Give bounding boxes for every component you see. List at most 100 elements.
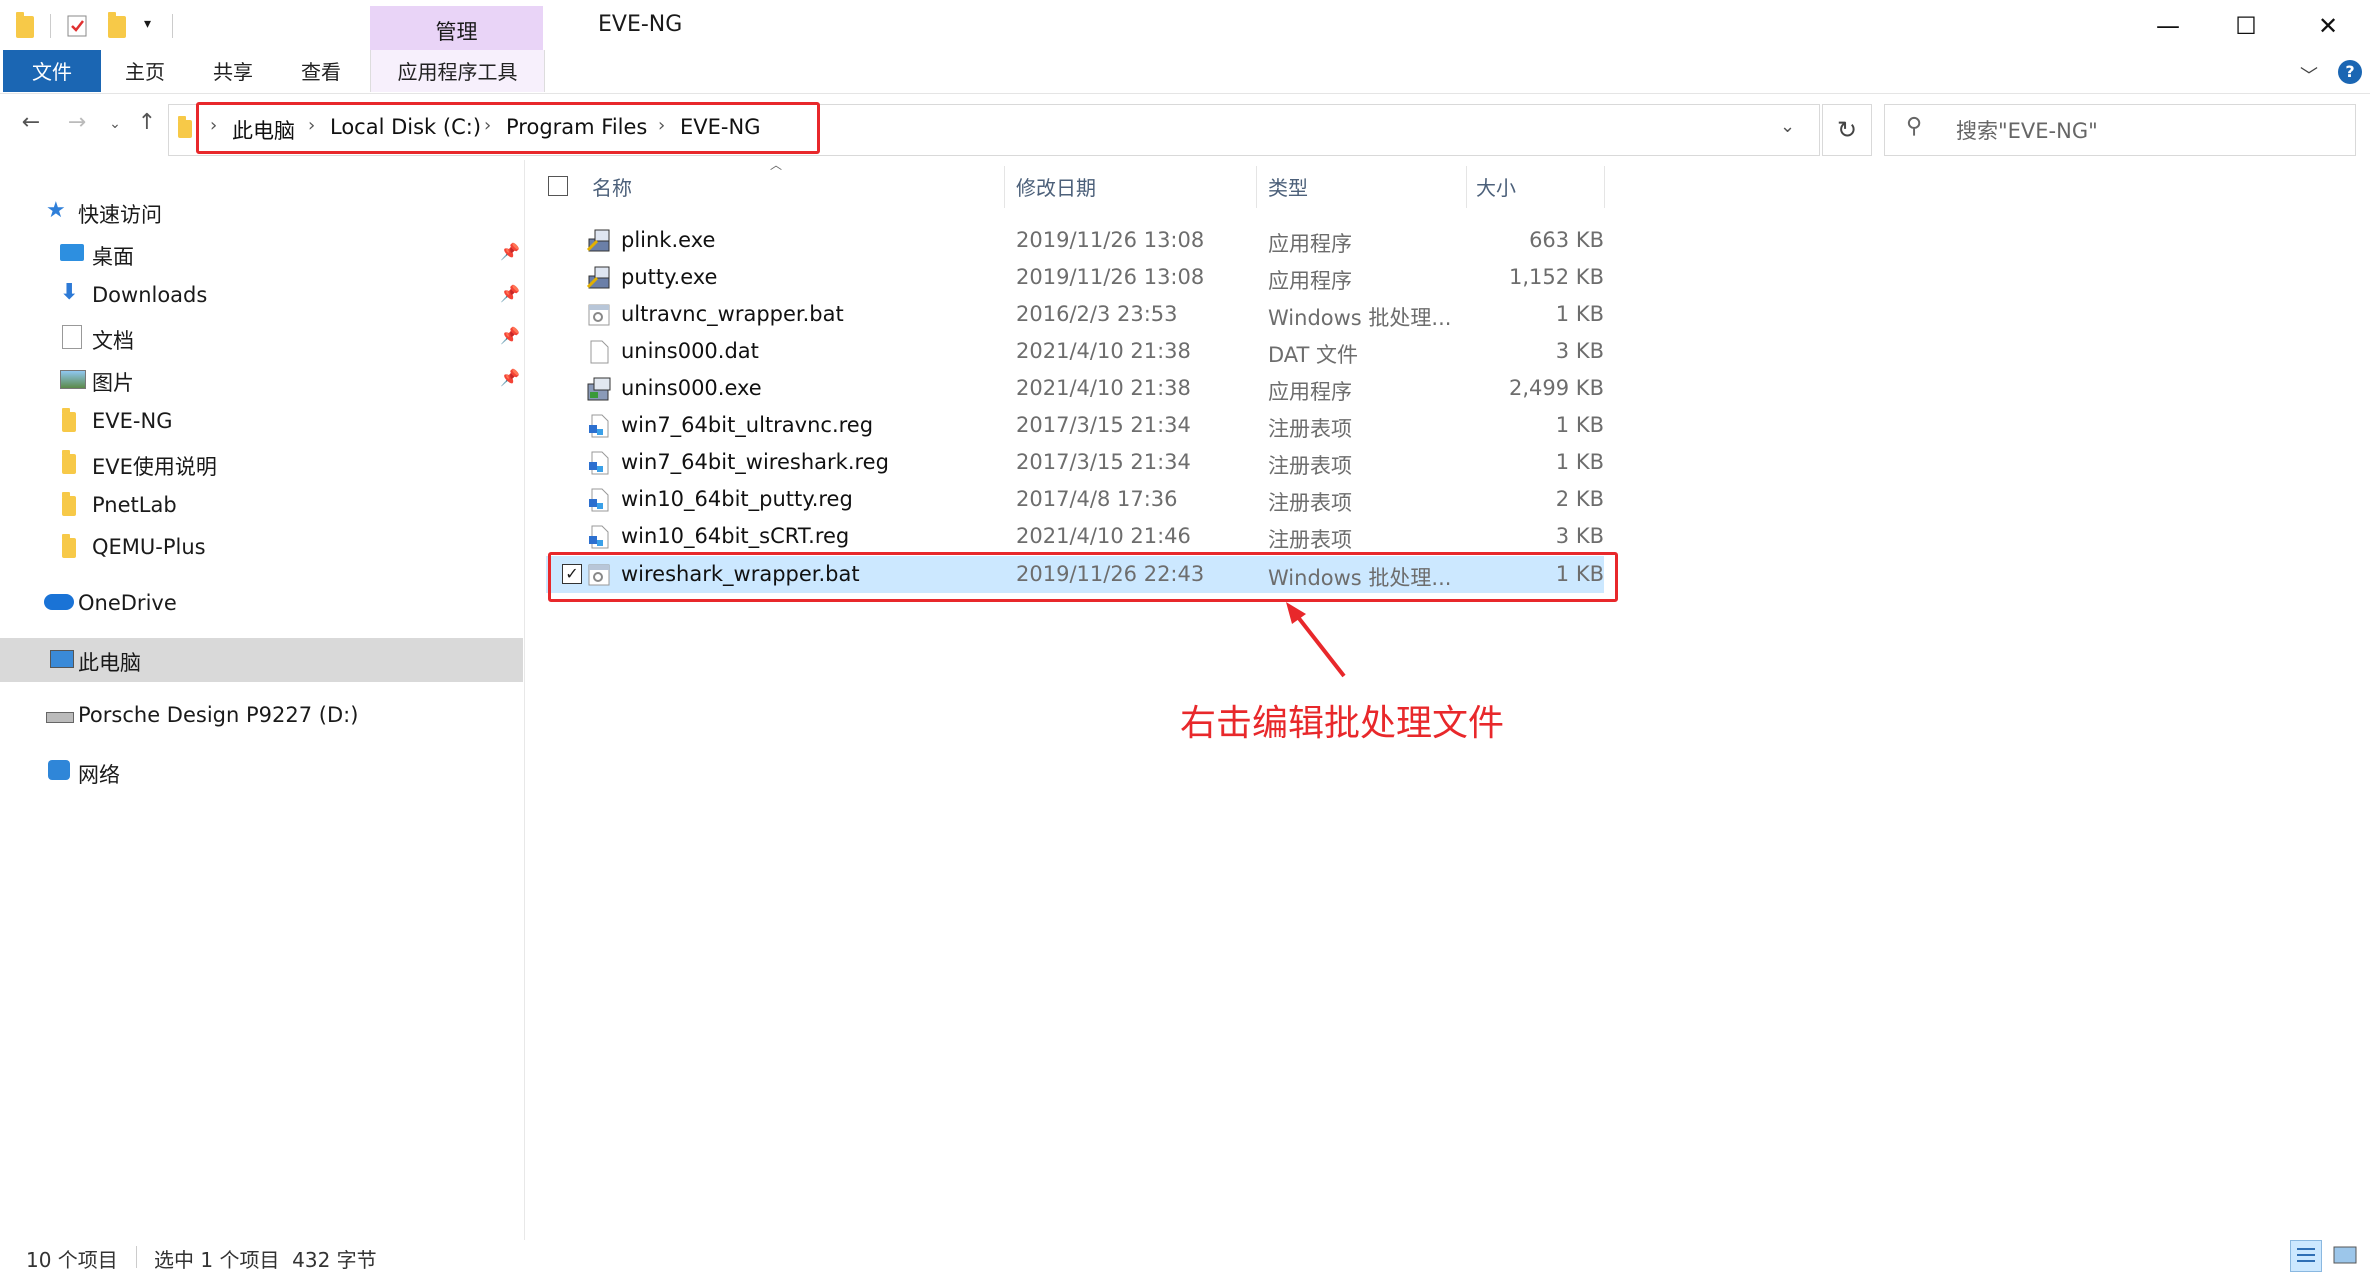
sidebar-item-label: PnetLab bbox=[92, 493, 177, 517]
recent-locations-icon[interactable]: ⌄ bbox=[100, 116, 130, 132]
file-name: win7_64bit_ultravnc.reg bbox=[621, 413, 874, 437]
file-name: plink.exe bbox=[621, 228, 716, 252]
tab-share[interactable]: 共享 bbox=[198, 50, 268, 92]
file-row[interactable]: ultravnc_wrapper.bat 2016/2/3 23:53 Wind… bbox=[546, 296, 1604, 333]
search-input[interactable] bbox=[1884, 104, 2356, 156]
address-dropdown-icon[interactable]: ⌄ bbox=[1780, 116, 1795, 137]
tab-application-tools[interactable]: 应用程序工具 bbox=[370, 50, 545, 92]
file-type: 应用程序 bbox=[1268, 269, 1352, 293]
tab-view[interactable]: 查看 bbox=[286, 50, 356, 92]
refresh-icon[interactable]: ↻ bbox=[1822, 104, 1872, 156]
properties-check-icon[interactable] bbox=[66, 14, 88, 37]
cloud-icon bbox=[44, 594, 74, 610]
context-tab-label: 管理 bbox=[435, 20, 478, 44]
column-divider[interactable] bbox=[1256, 166, 1257, 208]
folder-icon[interactable] bbox=[14, 12, 36, 38]
pin-icon[interactable]: 📌 bbox=[500, 284, 520, 303]
file-row[interactable]: unins000.dat 2021/4/10 21:38 DAT 文件 3 KB bbox=[546, 333, 1604, 370]
file-size: 3 KB bbox=[1555, 339, 1604, 363]
file-type: 注册表项 bbox=[1268, 528, 1352, 552]
sidebar-item-quick-access[interactable]: ★ 快速访问 bbox=[0, 192, 524, 232]
window-title: EVE-NG bbox=[598, 12, 683, 37]
file-row[interactable]: win10_64bit_sCRT.reg 2021/4/10 21:46 注册表… bbox=[546, 518, 1604, 555]
search-placeholder: 搜索"EVE-NG" bbox=[1956, 119, 2098, 143]
sidebar-item-network[interactable]: 网络 bbox=[0, 752, 524, 792]
maximize-button[interactable]: ☐ bbox=[2206, 4, 2286, 48]
file-date: 2021/4/10 21:38 bbox=[1016, 376, 1191, 400]
sidebar-item-documents[interactable]: 文档 📌 bbox=[0, 318, 524, 358]
file-date: 2017/4/8 17:36 bbox=[1016, 487, 1178, 511]
sidebar-item-eve-guide[interactable]: EVE使用说明 bbox=[0, 444, 524, 484]
sidebar-item-label: 图片 bbox=[92, 371, 134, 395]
column-divider[interactable] bbox=[1466, 166, 1467, 208]
tab-home[interactable]: 主页 bbox=[110, 50, 180, 92]
file-row[interactable]: putty.exe 2019/11/26 13:08 应用程序 1,152 KB bbox=[546, 259, 1604, 296]
back-arrow-icon[interactable]: ← bbox=[16, 110, 46, 135]
select-all-checkbox[interactable] bbox=[548, 176, 568, 196]
file-row[interactable]: win7_64bit_wireshark.reg 2017/3/15 21:34… bbox=[546, 444, 1604, 481]
pin-icon[interactable]: 📌 bbox=[500, 242, 520, 261]
tab-file[interactable]: 文件 bbox=[3, 50, 101, 92]
column-header-date[interactable]: 修改日期 bbox=[1016, 172, 1096, 201]
file-size: 1 KB bbox=[1555, 302, 1604, 326]
status-selection: 选中 1 个项目 432 字节 bbox=[154, 1248, 377, 1272]
large-icons-view-icon[interactable] bbox=[2330, 1240, 2360, 1270]
new-folder-icon[interactable] bbox=[106, 12, 128, 38]
qat-dropdown-icon[interactable]: ▾ bbox=[144, 16, 151, 32]
sidebar-item-label: EVE-NG bbox=[92, 409, 173, 433]
breadcrumb-program-files[interactable]: Program Files bbox=[506, 115, 647, 139]
column-header-type[interactable]: 类型 bbox=[1268, 172, 1308, 201]
sidebar-item-drive-d[interactable]: Porsche Design P9227 (D:) bbox=[0, 696, 524, 736]
breadcrumb-chevron-icon[interactable]: › bbox=[484, 115, 491, 136]
help-icon[interactable]: ? bbox=[2338, 60, 2362, 84]
details-view-icon[interactable] bbox=[2290, 1240, 2322, 1272]
file-name: win10_64bit_sCRT.reg bbox=[621, 524, 850, 548]
file-type: 注册表项 bbox=[1268, 454, 1352, 478]
file-row[interactable]: win10_64bit_putty.reg 2017/4/8 17:36 注册表… bbox=[546, 481, 1604, 518]
minimize-button[interactable]: — bbox=[2128, 4, 2208, 48]
breadcrumb-local-disk[interactable]: Local Disk (C:) bbox=[330, 115, 481, 139]
file-row[interactable]: plink.exe 2019/11/26 13:08 应用程序 663 KB bbox=[546, 222, 1604, 259]
file-name: ultravnc_wrapper.bat bbox=[621, 302, 844, 326]
sidebar-item-label: 桌面 bbox=[92, 245, 134, 269]
column-header-name[interactable]: 名称 bbox=[592, 172, 632, 201]
file-date: 2021/4/10 21:46 bbox=[1016, 524, 1191, 548]
up-arrow-icon[interactable]: ↑ bbox=[132, 110, 162, 135]
breadcrumb-chevron-icon[interactable]: › bbox=[210, 115, 217, 136]
qat-divider bbox=[50, 14, 51, 38]
breadcrumb-this-pc[interactable]: 此电脑 bbox=[232, 115, 295, 145]
pin-icon[interactable]: 📌 bbox=[500, 368, 520, 387]
qat-divider bbox=[172, 14, 173, 38]
sidebar-item-onedrive[interactable]: OneDrive bbox=[0, 584, 524, 624]
download-arrow-icon: ⬇ bbox=[60, 280, 79, 305]
breadcrumb-chevron-icon[interactable]: › bbox=[308, 115, 315, 136]
sidebar-item-eve-ng[interactable]: EVE-NG bbox=[0, 402, 524, 442]
sidebar-item-pictures[interactable]: 图片 📌 bbox=[0, 360, 524, 400]
file-size: 1,152 KB bbox=[1509, 265, 1604, 289]
sidebar-item-label: 快速访问 bbox=[78, 203, 162, 227]
column-divider[interactable] bbox=[1004, 166, 1005, 208]
close-button[interactable]: ✕ bbox=[2288, 4, 2368, 48]
sidebar-item-this-pc[interactable]: 此电脑 bbox=[0, 638, 523, 682]
sidebar-item-qemu-plus[interactable]: QEMU-Plus bbox=[0, 528, 524, 568]
forward-arrow-icon[interactable]: → bbox=[62, 110, 92, 135]
sidebar-item-pnetlab[interactable]: PnetLab bbox=[0, 486, 524, 526]
registry-file-icon bbox=[586, 524, 612, 550]
file-date: 2021/4/10 21:38 bbox=[1016, 339, 1191, 363]
breadcrumb-eve-ng[interactable]: EVE-NG bbox=[680, 115, 760, 139]
file-row[interactable]: win7_64bit_ultravnc.reg 2017/3/15 21:34 … bbox=[546, 407, 1604, 444]
sidebar-item-label: Porsche Design P9227 (D:) bbox=[78, 703, 359, 727]
column-divider[interactable] bbox=[1604, 166, 1605, 208]
file-name: win7_64bit_wireshark.reg bbox=[621, 450, 889, 474]
ribbon-expand-icon[interactable]: ﹀ bbox=[2300, 62, 2318, 88]
column-header-size[interactable]: 大小 bbox=[1476, 172, 1516, 201]
breadcrumb-chevron-icon[interactable]: › bbox=[658, 115, 665, 136]
file-size: 3 KB bbox=[1555, 524, 1604, 548]
sidebar-item-desktop[interactable]: 桌面 📌 bbox=[0, 234, 524, 274]
file-name: win10_64bit_putty.reg bbox=[621, 487, 853, 511]
putty-exe-icon bbox=[586, 265, 612, 291]
sidebar-item-downloads[interactable]: ⬇ Downloads 📌 bbox=[0, 276, 524, 316]
file-row[interactable]: unins000.exe 2021/4/10 21:38 应用程序 2,499 … bbox=[546, 370, 1604, 407]
pin-icon[interactable]: 📌 bbox=[500, 326, 520, 345]
registry-file-icon bbox=[586, 487, 612, 513]
